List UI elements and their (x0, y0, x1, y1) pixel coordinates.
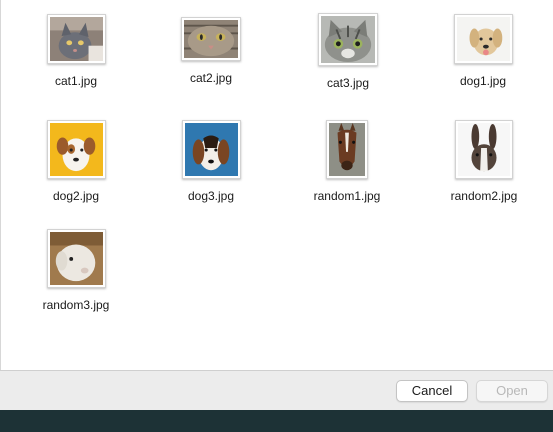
file-item-cat2[interactable]: cat2.jpg (146, 17, 276, 85)
file-label: cat1.jpg (54, 74, 98, 88)
file-label: random2.jpg (450, 189, 518, 203)
rabbit-photo-icon (455, 120, 513, 179)
file-label: random3.jpg (42, 298, 110, 312)
horse-photo-icon (326, 120, 368, 179)
sheep-photo-icon (46, 229, 106, 288)
dog-photo-icon (46, 120, 106, 179)
file-label: cat3.jpg (326, 76, 370, 90)
dialog-button-bar: Cancel Open (0, 370, 553, 410)
file-label: random1.jpg (313, 189, 381, 203)
open-button[interactable]: Open (476, 380, 548, 402)
file-item-dog1[interactable]: dog1.jpg (418, 14, 548, 88)
file-label: cat2.jpg (189, 71, 233, 85)
cat-photo-icon (46, 14, 106, 64)
file-item-cat3[interactable]: cat3.jpg (283, 13, 413, 90)
cancel-button[interactable]: Cancel (396, 380, 468, 402)
cat-photo-icon (318, 13, 378, 66)
dog-photo-icon (181, 120, 241, 179)
file-item-cat1[interactable]: cat1.jpg (11, 14, 141, 88)
file-item-random3[interactable]: random3.jpg (11, 229, 141, 312)
desktop-background (0, 410, 553, 432)
file-label: dog1.jpg (459, 74, 507, 88)
cat-photo-icon (181, 17, 241, 61)
file-item-dog3[interactable]: dog3.jpg (146, 120, 276, 203)
file-label: dog2.jpg (52, 189, 100, 203)
file-item-random1[interactable]: random1.jpg (282, 120, 412, 203)
file-browser: cat1.jpg cat2.jpg cat3.jpg dog1.jpg dog2… (0, 0, 553, 370)
dog-photo-icon (453, 14, 513, 64)
file-item-dog2[interactable]: dog2.jpg (11, 120, 141, 203)
file-item-random2[interactable]: random2.jpg (419, 120, 549, 203)
file-label: dog3.jpg (187, 189, 235, 203)
